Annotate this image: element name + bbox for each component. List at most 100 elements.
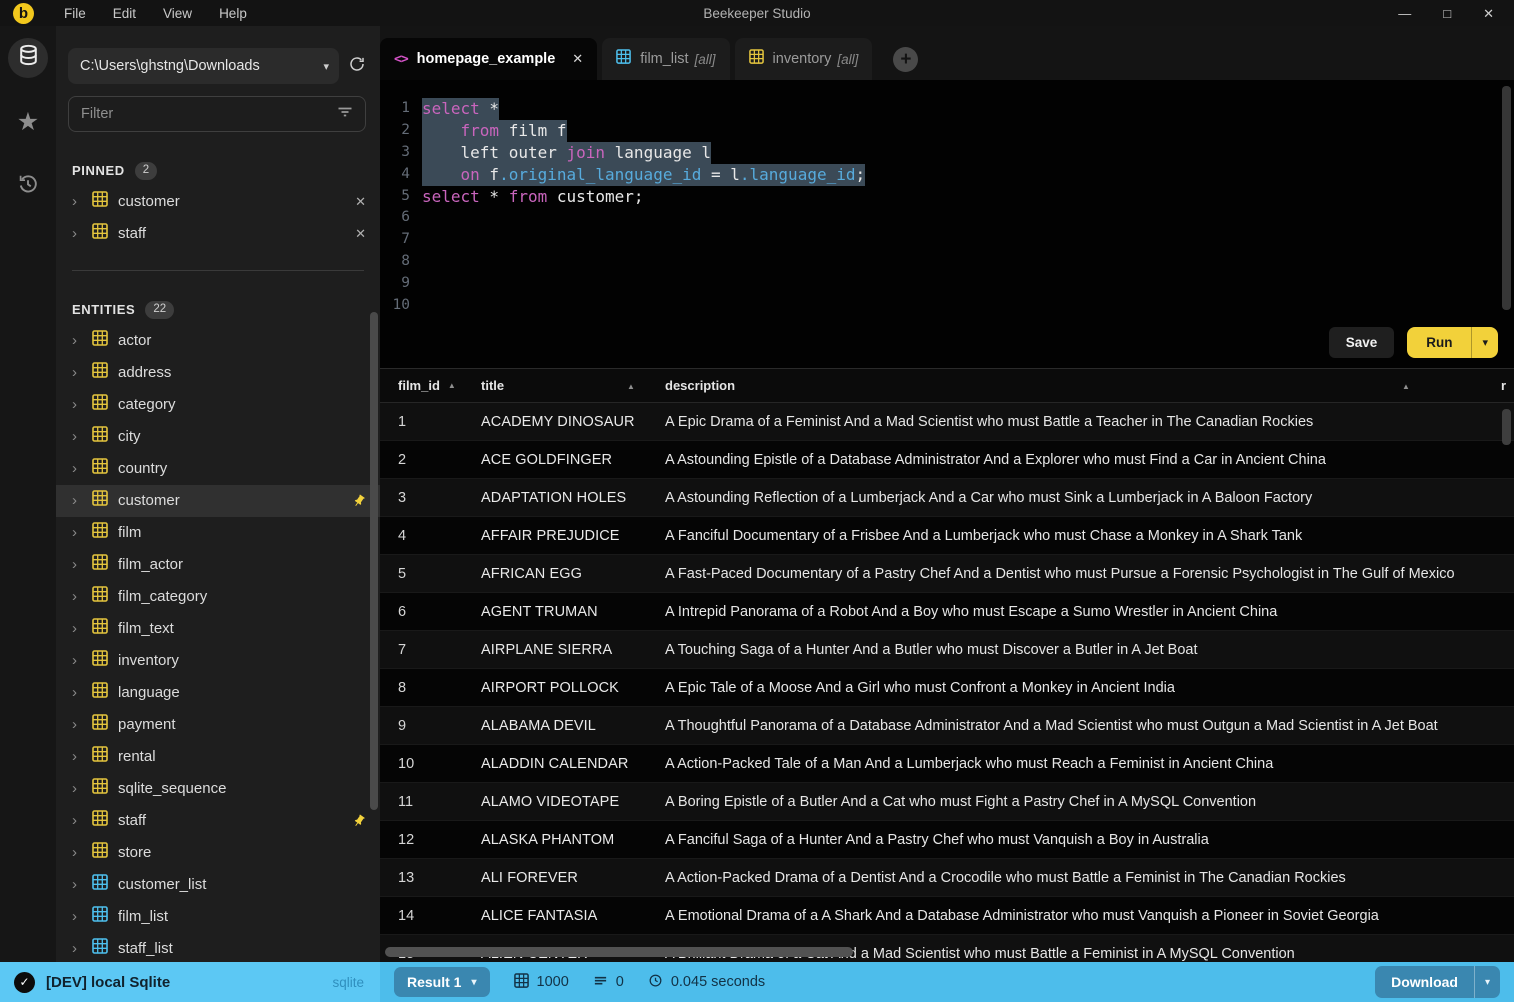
pinned-item-customer[interactable]: › customer ✕ bbox=[56, 186, 380, 218]
results-vertical-scrollbar[interactable] bbox=[1502, 409, 1511, 445]
cell-film-id[interactable]: 9 bbox=[398, 718, 481, 734]
entity-item-film_actor[interactable]: › film_actor bbox=[56, 549, 380, 581]
cell-description[interactable]: A Astounding Epistle of a Database Admin… bbox=[665, 452, 1514, 468]
chevron-right-icon[interactable]: › bbox=[72, 909, 82, 924]
cell-film-id[interactable]: 8 bbox=[398, 680, 481, 696]
table-row[interactable]: 6 AGENT TRUMAN A Intrepid Panorama of a Ro… bbox=[380, 593, 1514, 631]
entity-item-customer[interactable]: › customer bbox=[56, 484, 380, 517]
entity-item-customer_list[interactable]: › customer_list bbox=[56, 869, 380, 901]
entity-item-staff[interactable]: › staff bbox=[56, 805, 380, 837]
tab-inventory[interactable]: inventory [all] bbox=[734, 38, 873, 80]
refresh-button[interactable] bbox=[348, 55, 366, 78]
cell-title[interactable]: ALAMO VIDEOTAPE bbox=[481, 794, 665, 810]
menu-edit[interactable]: Edit bbox=[113, 6, 136, 21]
download-dropdown-button[interactable]: ▾ bbox=[1475, 966, 1500, 998]
chevron-right-icon[interactable]: › bbox=[72, 429, 82, 444]
column-header-description[interactable]: description bbox=[665, 377, 1514, 395]
chevron-right-icon[interactable]: › bbox=[72, 717, 82, 732]
sql-editor[interactable]: 1 select * 2 from film f3 left outer join … bbox=[380, 80, 1514, 368]
chevron-right-icon[interactable]: › bbox=[72, 877, 82, 892]
chevron-right-icon[interactable]: › bbox=[72, 557, 82, 572]
pin-icon[interactable] bbox=[352, 494, 366, 508]
cell-film-id[interactable]: 2 bbox=[398, 452, 481, 468]
cell-title[interactable]: AFRICAN EGG bbox=[481, 566, 665, 582]
chevron-right-icon[interactable]: › bbox=[72, 749, 82, 764]
tab-film_list[interactable]: film_list [all] bbox=[602, 38, 730, 80]
entity-item-category[interactable]: › category bbox=[56, 389, 380, 421]
chevron-right-icon[interactable]: › bbox=[72, 333, 82, 348]
cell-description[interactable]: A Fanciful Saga of a Hunter And a Pastry… bbox=[665, 832, 1514, 848]
entity-item-language[interactable]: › language bbox=[56, 677, 380, 709]
table-row[interactable]: 14 ALICE FANTASIA A Emotional Drama of a A… bbox=[380, 897, 1514, 935]
entity-item-film_list[interactable]: › film_list bbox=[56, 901, 380, 933]
cell-film-id[interactable]: 11 bbox=[398, 794, 481, 810]
history-tab-button[interactable] bbox=[8, 166, 48, 206]
sidebar-scrollbar[interactable] bbox=[370, 312, 378, 810]
chevron-right-icon[interactable]: › bbox=[72, 397, 82, 412]
menu-view[interactable]: View bbox=[163, 6, 192, 21]
table-row[interactable]: 11 ALAMO VIDEOTAPE A Boring Epistle of a B… bbox=[380, 783, 1514, 821]
menu-help[interactable]: Help bbox=[219, 6, 247, 21]
column-header-film-id[interactable]: film_id ▲ bbox=[398, 378, 481, 393]
close-icon[interactable]: ✕ bbox=[572, 51, 583, 67]
new-tab-button[interactable]: + bbox=[893, 47, 919, 72]
menu-file[interactable]: File bbox=[64, 6, 86, 21]
entity-item-actor[interactable]: › actor bbox=[56, 325, 380, 357]
close-icon[interactable]: ✕ bbox=[1483, 7, 1494, 20]
chevron-right-icon[interactable]: › bbox=[72, 781, 82, 796]
entity-item-sqlite_sequence[interactable]: › sqlite_sequence bbox=[56, 773, 380, 805]
cell-description[interactable]: A Thoughtful Panorama of a Database Admi… bbox=[665, 718, 1514, 734]
cell-title[interactable]: ACE GOLDFINGER bbox=[481, 452, 665, 468]
unpin-icon[interactable]: ✕ bbox=[355, 194, 366, 210]
cell-description[interactable]: A Astounding Reflection of a Lumberjack … bbox=[665, 490, 1514, 506]
cell-film-id[interactable]: 3 bbox=[398, 490, 481, 506]
entity-item-store[interactable]: › store bbox=[56, 837, 380, 869]
table-row[interactable]: 13 ALI FOREVER A Action-Packed Drama of a … bbox=[380, 859, 1514, 897]
entity-item-staff_list[interactable]: › staff_list bbox=[56, 933, 380, 962]
chevron-right-icon[interactable]: › bbox=[72, 226, 82, 241]
download-button[interactable]: Download ▾ bbox=[1375, 966, 1500, 998]
tab-homepage_example[interactable]: <> homepage_example ✕ bbox=[380, 38, 598, 80]
chevron-right-icon[interactable]: › bbox=[72, 685, 82, 700]
unpin-icon[interactable]: ✕ bbox=[355, 226, 366, 242]
connection-dropdown[interactable]: C:\Users\ghstng\Downloads ▾ bbox=[68, 48, 339, 84]
chevron-right-icon[interactable]: › bbox=[72, 461, 82, 476]
cell-film-id[interactable]: 7 bbox=[398, 642, 481, 658]
table-row[interactable]: 1 ACADEMY DINOSAUR A Epic Drama of a Femin… bbox=[380, 403, 1514, 441]
cell-title[interactable]: AIRPORT POLLOCK bbox=[481, 680, 665, 696]
results-horizontal-scrollbar[interactable] bbox=[385, 947, 853, 957]
cell-film-id[interactable]: 1 bbox=[398, 414, 481, 430]
cell-title[interactable]: AIRPLANE SIERRA bbox=[481, 642, 665, 658]
table-row[interactable]: 12 ALASKA PHANTOM A Fanciful Saga of a Hun… bbox=[380, 821, 1514, 859]
chevron-right-icon[interactable]: › bbox=[72, 493, 82, 508]
cell-description[interactable]: A Boring Epistle of a Butler And a Cat w… bbox=[665, 794, 1514, 810]
entity-item-address[interactable]: › address bbox=[56, 357, 380, 389]
cell-title[interactable]: ACADEMY DINOSAUR bbox=[481, 414, 665, 430]
cell-description[interactable]: A Intrepid Panorama of a Robot And a Boy… bbox=[665, 604, 1514, 620]
cell-film-id[interactable]: 14 bbox=[398, 908, 481, 924]
favorites-tab-button[interactable]: ★ bbox=[8, 102, 48, 142]
chevron-right-icon[interactable]: › bbox=[72, 365, 82, 380]
filter-input[interactable] bbox=[81, 106, 329, 122]
column-header-title[interactable]: title bbox=[481, 377, 665, 395]
entity-item-inventory[interactable]: › inventory bbox=[56, 645, 380, 677]
minimize-icon[interactable]: — bbox=[1398, 7, 1411, 20]
cell-film-id[interactable]: 12 bbox=[398, 832, 481, 848]
cell-film-id[interactable]: 10 bbox=[398, 756, 481, 772]
table-row[interactable]: 7 AIRPLANE SIERRA A Touching Saga of a Hun… bbox=[380, 631, 1514, 669]
cell-description[interactable]: A Touching Saga of a Hunter And a Butler… bbox=[665, 642, 1514, 658]
cell-title[interactable]: ALADDIN CALENDAR bbox=[481, 756, 665, 772]
table-row[interactable]: 9 ALABAMA DEVIL A Thoughtful Panorama of a… bbox=[380, 707, 1514, 745]
chevron-right-icon[interactable]: › bbox=[72, 653, 82, 668]
cell-title[interactable]: ALABAMA DEVIL bbox=[481, 718, 665, 734]
table-row[interactable]: 10 ALADDIN CALENDAR A Action-Packed Tale o… bbox=[380, 745, 1514, 783]
chevron-right-icon[interactable]: › bbox=[72, 621, 82, 636]
run-dropdown-button[interactable]: ▾ bbox=[1472, 327, 1498, 358]
run-button-label[interactable]: Run bbox=[1407, 327, 1471, 358]
entity-item-film[interactable]: › film bbox=[56, 517, 380, 549]
pinned-item-staff[interactable]: › staff ✕ bbox=[56, 218, 380, 250]
chevron-right-icon[interactable]: › bbox=[72, 525, 82, 540]
cell-film-id[interactable]: 4 bbox=[398, 528, 481, 544]
database-tab-button[interactable] bbox=[8, 38, 48, 78]
cell-description[interactable]: A Epic Tale of a Moose And a Girl who mu… bbox=[665, 680, 1514, 696]
